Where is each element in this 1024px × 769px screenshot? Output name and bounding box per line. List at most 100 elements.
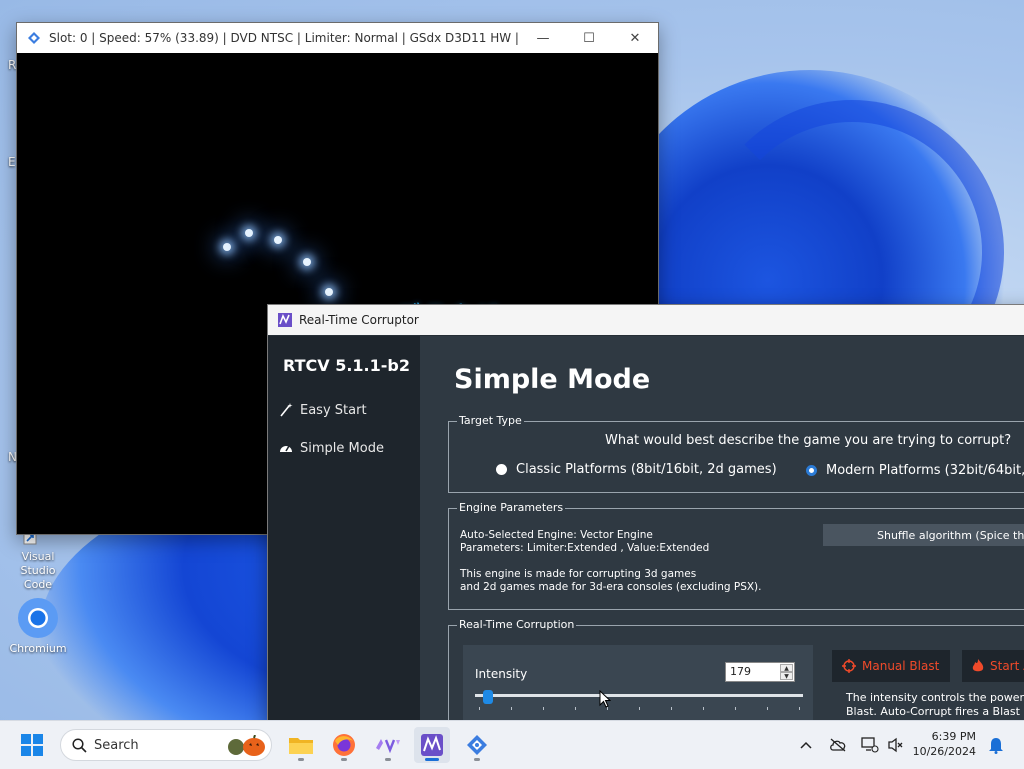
radio-label: Classic Platforms (8bit/16bit, 2d games) (516, 462, 777, 477)
intensity-slider-track[interactable] (475, 694, 803, 697)
realtime-corruption-group: Real-Time Corruption Intensity 179 ▲ ▼ M… (448, 618, 1024, 725)
clock-date: 10/26/2024 (912, 745, 976, 758)
glow-orb (245, 229, 253, 237)
halloween-pumpkin-icon (228, 735, 265, 756)
radio-modern-platforms[interactable]: Modern Platforms (32bit/64bit, 3 (806, 463, 1024, 478)
running-indicator (341, 758, 347, 761)
taskbar-search[interactable]: Search (60, 729, 272, 761)
target-type-question: What would best describe the game you ar… (605, 433, 1012, 448)
intensity-description: The intensity controls the power o (846, 691, 1024, 704)
engine-description: and 2d games made for 3d-era consoles (e… (460, 581, 762, 593)
engine-description: This engine is made for corrupting 3d ga… (460, 568, 697, 580)
running-indicator (385, 758, 391, 761)
target-type-group: Target Type What would best describe the… (448, 414, 1024, 493)
wand-icon (278, 402, 294, 418)
desktop-icon-vscode[interactable]: Visual Studio Code (6, 526, 70, 592)
taskbar: Search 6:39 PM 10/26/2024 (0, 720, 1024, 769)
radio-circle-selected[interactable] (806, 465, 817, 476)
taskbar-visual-studio[interactable] (370, 727, 406, 763)
firefox-icon (333, 734, 355, 756)
onedrive-tray[interactable] (828, 735, 848, 755)
sidebar-item-simple-mode[interactable]: Simple Mode (278, 440, 384, 456)
shuffle-algorithm-button[interactable]: Shuffle algorithm (Spice thin (823, 524, 1024, 546)
engine-parameters: Parameters: Limiter:Extended , Value:Ext… (460, 542, 710, 554)
group-legend: Real-Time Corruption (457, 618, 577, 631)
manual-blast-button[interactable]: Manual Blast (832, 650, 950, 682)
glow-orb (303, 258, 311, 266)
rtc-icon (421, 734, 443, 756)
glow-orb (223, 243, 231, 251)
network-tray[interactable] (860, 735, 880, 755)
mouse-cursor-icon (599, 690, 611, 708)
windows-logo-icon (21, 734, 43, 756)
chevron-up-icon (800, 741, 812, 749)
clock-time: 6:39 PM (931, 730, 976, 743)
desktop-icon-label: Visual Studio Code (20, 550, 56, 591)
slider-tick (575, 707, 576, 710)
maximize-button[interactable]: ☐ (566, 23, 612, 53)
flame-icon (972, 659, 984, 673)
gauge-icon (278, 440, 294, 456)
desktop-icon-label-fragment: E (8, 155, 16, 169)
group-legend: Target Type (457, 414, 524, 427)
start-autocorrupt-button[interactable]: Start A (962, 650, 1024, 682)
active-indicator (425, 758, 439, 761)
rtc-titlebar[interactable]: Real-Time Corruptor (268, 305, 1024, 335)
close-button[interactable]: ✕ (612, 23, 658, 53)
bell-icon (989, 738, 1003, 754)
start-button[interactable] (14, 727, 50, 763)
volume-muted-icon (888, 737, 903, 753)
engine-name: Auto-Selected Engine: Vector Engine (460, 529, 653, 541)
running-indicator (298, 758, 304, 761)
sidebar-item-easy-start[interactable]: Easy Start (278, 402, 367, 418)
radio-label: Modern Platforms (32bit/64bit, 3 (826, 463, 1024, 478)
slider-tick (735, 707, 736, 710)
network-icon (861, 737, 879, 753)
desktop-icon-chromium[interactable]: Chromium (6, 596, 70, 656)
taskbar-file-explorer[interactable] (283, 727, 319, 763)
start-autocorrupt-label: Start A (990, 659, 1024, 673)
intensity-panel: Intensity 179 ▲ ▼ (463, 645, 813, 725)
minimize-button[interactable]: — (520, 23, 566, 53)
emulator-title: Slot: 0 | Speed: 57% (33.89) | DVD NTSC … (49, 31, 520, 45)
slider-tick (799, 707, 800, 710)
sidebar-item-label: Easy Start (300, 402, 367, 418)
notifications-button[interactable] (986, 735, 1006, 755)
slider-tick (703, 707, 704, 710)
intensity-slider-thumb[interactable] (482, 690, 493, 704)
file-explorer-icon (289, 738, 313, 754)
show-hidden-icons-button[interactable] (796, 735, 816, 755)
intensity-value: 179 (730, 665, 751, 678)
taskbar-firefox[interactable] (326, 727, 362, 763)
rtc-window[interactable]: Real-Time Corruptor RTCV 5.1.1-b2 Easy S… (267, 304, 1024, 726)
radio-circle[interactable] (496, 464, 507, 475)
slider-tick (543, 707, 544, 710)
glow-orb (325, 288, 333, 296)
intensity-label: Intensity (475, 667, 528, 681)
volume-tray[interactable] (886, 735, 906, 755)
rtc-version: RTCV 5.1.1-b2 (283, 356, 410, 375)
rtc-window-title: Real-Time Corruptor (299, 313, 419, 327)
manual-blast-label: Manual Blast (862, 659, 940, 673)
rtc-main-panel: Simple Mode Target Type What would best … (420, 336, 1024, 725)
search-icon (72, 738, 87, 753)
intensity-description: Blast. Auto-Corrupt fires a Blast ev (846, 705, 1024, 718)
intensity-spinbox[interactable]: 179 ▲ ▼ (725, 662, 795, 682)
slider-tick (639, 707, 640, 710)
taskbar-pcsx2[interactable] (459, 727, 495, 763)
desktop-icon-label: Chromium (9, 642, 67, 655)
chromium-icon (16, 596, 60, 640)
running-indicator (474, 758, 480, 761)
pcsx2-app-icon (27, 31, 41, 45)
spin-up-icon[interactable]: ▲ (780, 664, 793, 672)
glow-orb (274, 236, 282, 244)
slider-tick (767, 707, 768, 710)
visual-studio-icon (376, 739, 400, 754)
spin-down-icon[interactable]: ▼ (780, 672, 793, 680)
radio-classic-platforms[interactable]: Classic Platforms (8bit/16bit, 2d games) (496, 462, 777, 477)
emulator-titlebar[interactable]: Slot: 0 | Speed: 57% (33.89) | DVD NTSC … (17, 23, 658, 53)
taskbar-clock[interactable]: 6:39 PM 10/26/2024 (910, 729, 976, 759)
sidebar-item-label: Simple Mode (300, 440, 384, 456)
rtc-sidebar: RTCV 5.1.1-b2 Easy Start Simple Mode (268, 336, 420, 725)
taskbar-rtc[interactable] (414, 727, 450, 763)
